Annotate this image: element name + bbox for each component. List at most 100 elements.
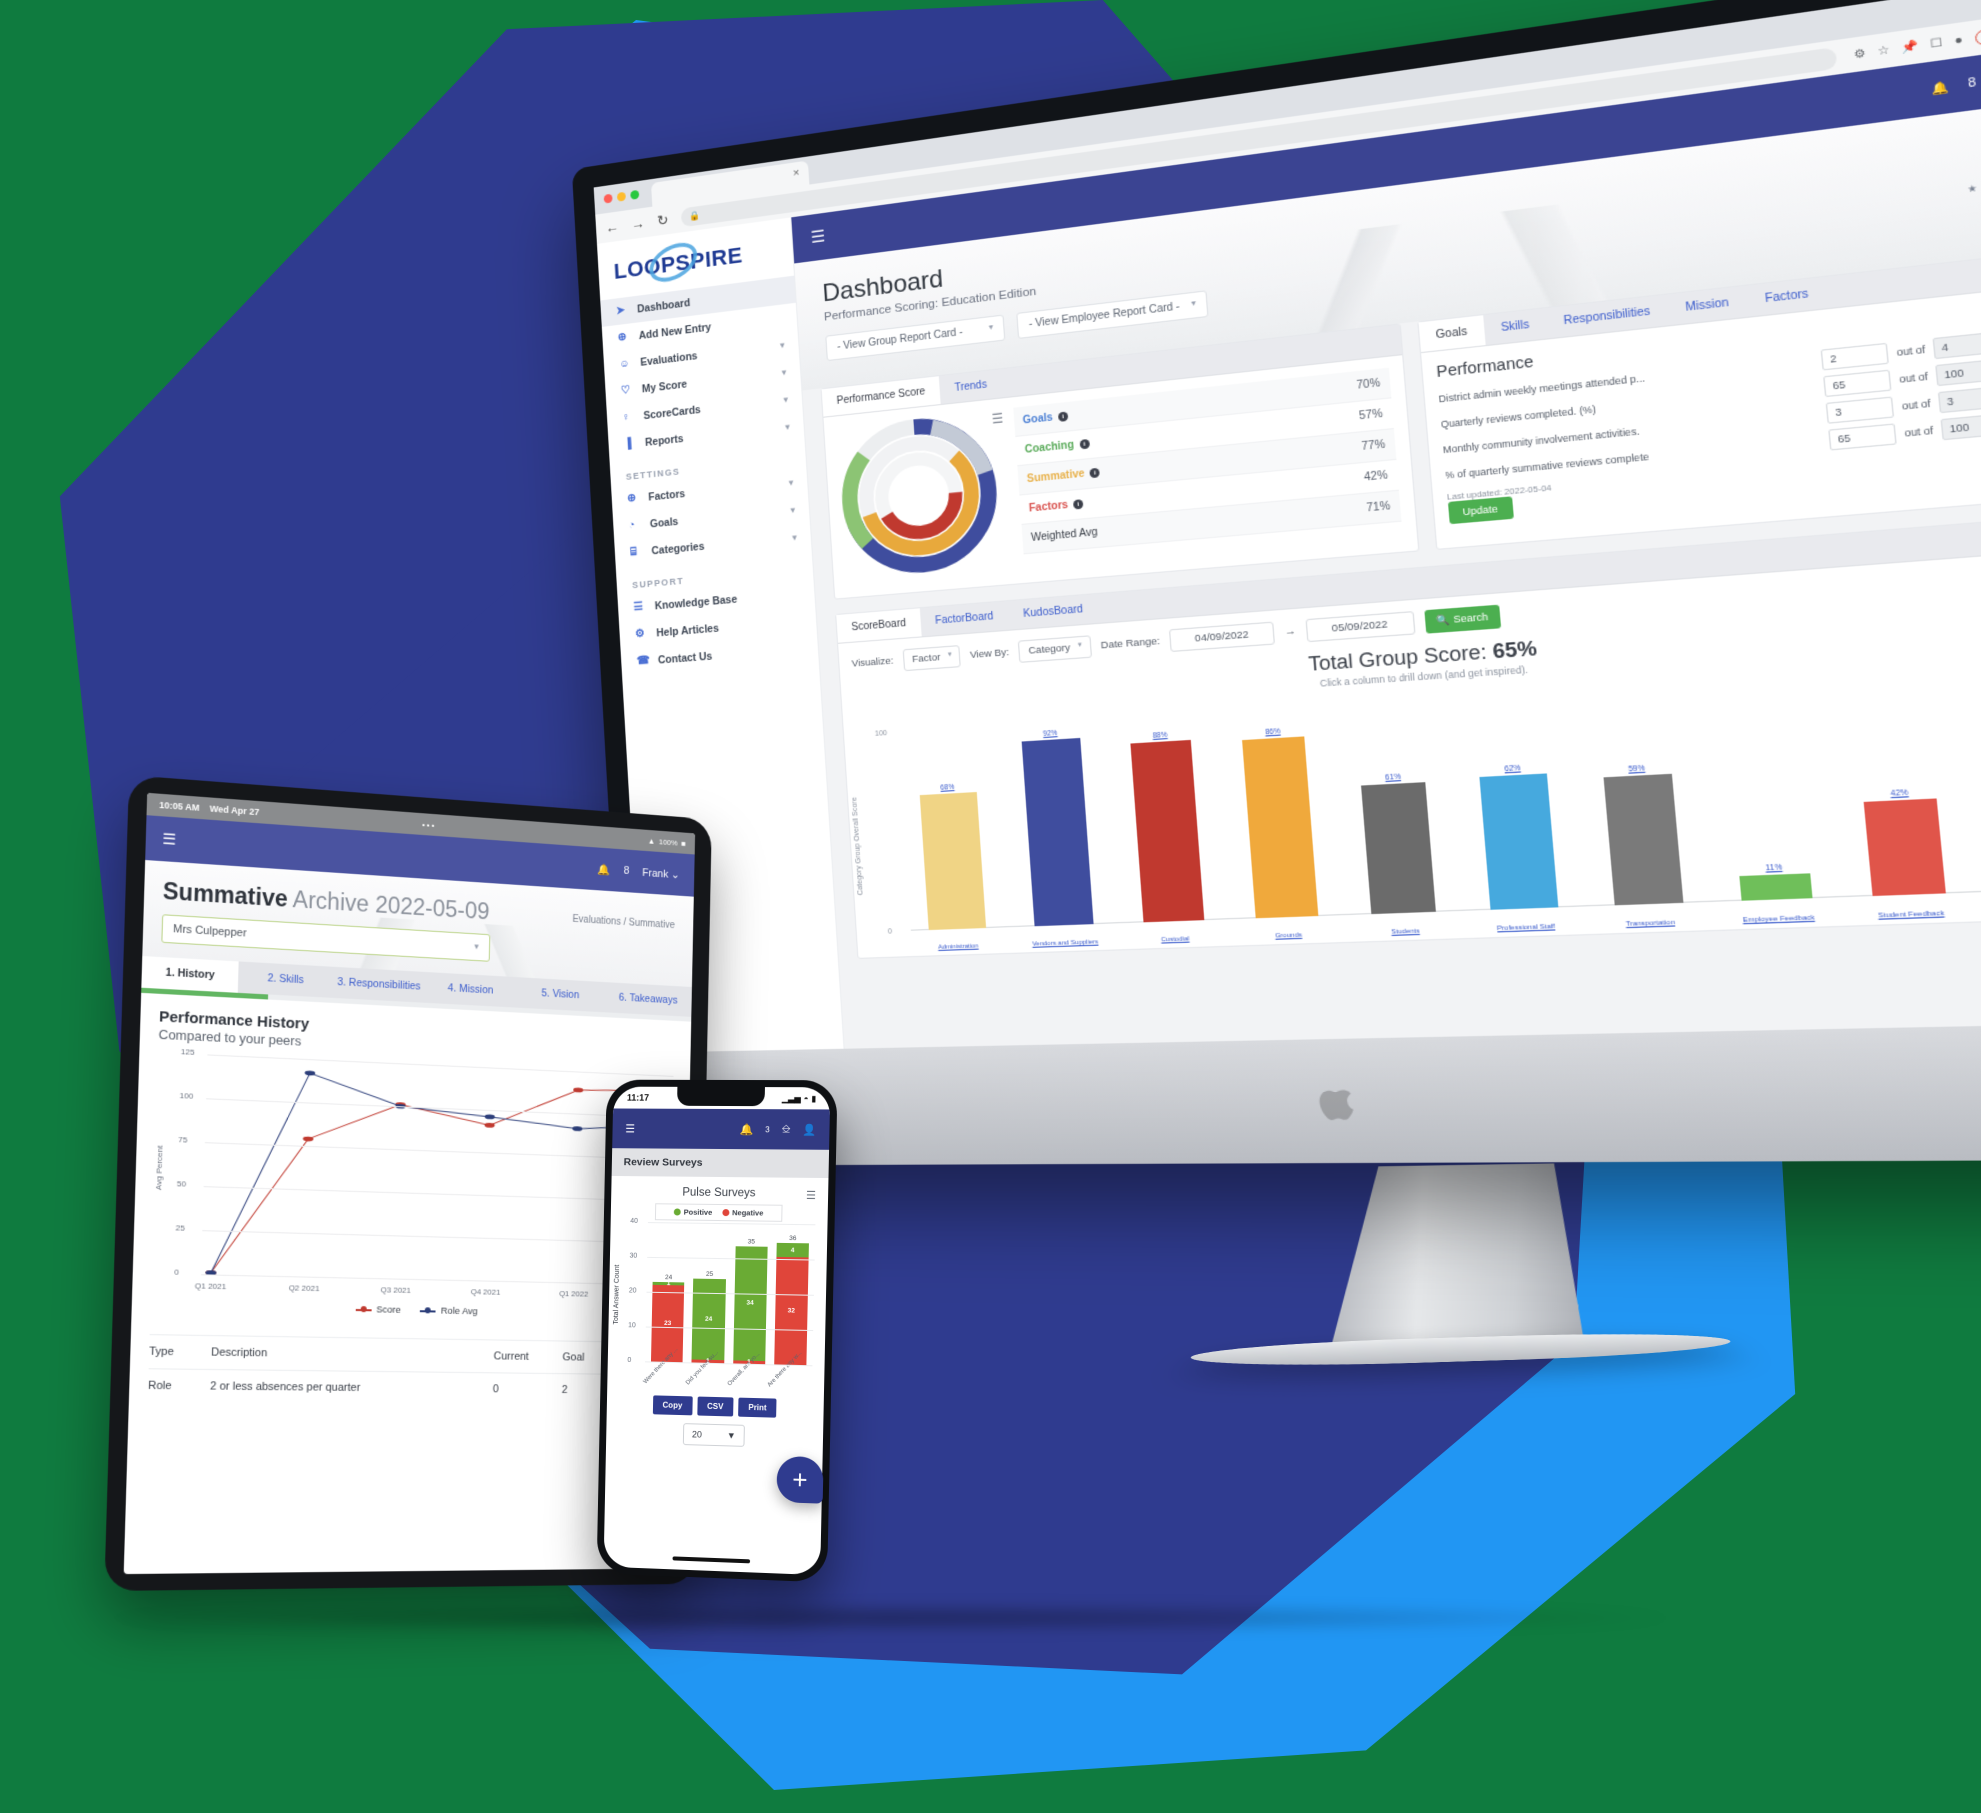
add-entry-fab[interactable]: +: [776, 1456, 823, 1504]
tablet-tab-takeaways[interactable]: 6. Takeaways: [604, 982, 692, 1017]
hamburger-icon[interactable]: ☰: [625, 1122, 635, 1135]
bar-category-label[interactable]: Custodial: [1161, 936, 1190, 944]
inbox-icon[interactable]: ⎒: [782, 1123, 791, 1136]
hamburger-icon[interactable]: ☰: [810, 226, 826, 248]
pulse-bar-column[interactable]: 35 34 1 Overall, are yo...: [733, 1229, 768, 1364]
hamburger-icon[interactable]: ☰: [162, 830, 176, 849]
pin-icon[interactable]: 📌: [1901, 40, 1919, 55]
out-of-label: out of: [1899, 371, 1929, 386]
bar-category-label[interactable]: Transportation: [1626, 920, 1676, 929]
date-from-input[interactable]: 04/09/2022: [1169, 622, 1275, 652]
gridline: [648, 1222, 815, 1225]
chart-menu-icon[interactable]: ☰: [991, 411, 1003, 427]
kudos-widget: 0 ★ KUDOS: [1964, 146, 1981, 194]
window-controls[interactable]: [604, 190, 640, 204]
pulse-chart-title-row: Pulse Surveys ☰: [619, 1186, 820, 1200]
bar-value-label: 68%: [940, 784, 954, 792]
update-pill[interactable]: Update 1: [1974, 19, 1981, 45]
sidebar-item-label: Evaluations: [640, 350, 698, 369]
bar-category-label[interactable]: Grounds: [1275, 932, 1302, 940]
tablet-tab-skills[interactable]: 2. Skills: [238, 961, 333, 998]
tablet-title-bold: Summative: [162, 878, 288, 912]
battery-icon: ▮: [811, 1094, 816, 1103]
pulse-chart-y-axis-title: Total Answer Count: [613, 1265, 621, 1325]
page-size-select[interactable]: 20 ▼: [683, 1423, 745, 1447]
bell-icon[interactable]: 🔔: [739, 1123, 753, 1136]
chart-menu-icon[interactable]: ☰: [806, 1189, 816, 1202]
group-report-select[interactable]: - View Group Report Card - ▼: [825, 315, 1005, 362]
tablet-tab-mission[interactable]: 4. Mission: [425, 972, 516, 1008]
bar-column[interactable]: 88% Custodial: [1110, 714, 1223, 923]
search-button[interactable]: 🔍 Search: [1424, 605, 1501, 634]
update-button[interactable]: Update: [1447, 496, 1513, 524]
performance-goal-value: 4: [1933, 331, 1981, 359]
forward-icon[interactable]: →: [631, 215, 645, 233]
reload-icon[interactable]: ↻: [657, 211, 669, 229]
pulse-seg-positive: 34: [733, 1246, 768, 1361]
performance-current-input[interactable]: 65: [1824, 370, 1892, 397]
tablet-tab-responsibilities[interactable]: 3. Responsibilities: [332, 967, 425, 1003]
bar-column[interactable]: 42% Student Feedback: [1829, 667, 1969, 897]
bar-category-label[interactable]: Vendors and Suppliers: [1032, 939, 1099, 948]
print-button[interactable]: Print: [738, 1398, 777, 1418]
user-menu[interactable]: Frank ⌄: [642, 866, 680, 881]
close-icon[interactable]: ×: [793, 167, 800, 180]
bar-column[interactable]: 70%Not Great: [1963, 658, 1981, 892]
info-icon[interactable]: i: [1073, 499, 1083, 509]
user-icon[interactable]: 👤: [802, 1123, 816, 1136]
phone-body: 11:17 ▁▃▅ ◓ ▮ ☰ 🔔 3 ⎒ 👤 Review Surveys P…: [597, 1080, 838, 1583]
copy-button[interactable]: Copy: [653, 1395, 693, 1415]
headset-icon: ☎: [636, 654, 649, 668]
tablet-tab-history[interactable]: 1. History: [141, 956, 238, 993]
pulse-bar-column[interactable]: 36 4 32 Are there any w...: [774, 1230, 809, 1365]
performance-current-input[interactable]: 2: [1821, 343, 1889, 371]
tablet-tab-vision[interactable]: 5. Vision: [515, 977, 605, 1012]
performance-current-input[interactable]: 65: [1829, 423, 1898, 450]
star-icon[interactable]: ☆: [1877, 44, 1890, 58]
info-icon[interactable]: i: [1058, 411, 1068, 421]
bar-category-label[interactable]: Professional Staff: [1497, 924, 1555, 933]
bar-rect: [1361, 782, 1436, 914]
bar-column[interactable]: 86% Grounds: [1221, 707, 1338, 919]
sidebar-item-label: Add New Entry: [638, 321, 711, 342]
bar-column[interactable]: 68% Administration: [898, 728, 1004, 931]
employee-report-select[interactable]: - View Employee Report Card - ▼: [1016, 290, 1208, 339]
pulse-bar-total: 35: [748, 1238, 755, 1245]
viewby-select[interactable]: Category ▼: [1018, 635, 1092, 663]
line-chart-x-tick: Q2 2021: [289, 1283, 320, 1293]
bar-category-label[interactable]: Student Feedback: [1878, 910, 1945, 919]
bell-icon[interactable]: 🔔: [598, 863, 611, 876]
bar-column[interactable]: 59% Transportation: [1575, 684, 1705, 907]
date-to-input[interactable]: 05/09/2022: [1305, 611, 1415, 642]
performance-current-input[interactable]: 3: [1826, 396, 1894, 423]
line-chart-legend: Score Role Avg: [150, 1300, 668, 1321]
bar-column[interactable]: 61% Students: [1335, 699, 1456, 915]
pulse-bar-column[interactable]: 25 24 1 Did you feel su...: [692, 1229, 727, 1364]
bar-column[interactable]: 92% Vendors and Suppliers: [1002, 721, 1111, 927]
table-row[interactable]: Role2 or less absences per quarter02125%: [148, 1369, 668, 1406]
bar-category-label[interactable]: Administration: [938, 943, 979, 951]
sidepanel-icon[interactable]: ☐: [1930, 36, 1943, 50]
legend-item: Negative: [722, 1208, 763, 1218]
bar-category-label[interactable]: Students: [1391, 928, 1420, 936]
pulse-surveys-card: Pulse Surveys ☰ Positive Negative Total A…: [606, 1176, 828, 1453]
pulse-chart: Total Answer Count 0 10 20 30 40 24 1 23 Were t…: [645, 1222, 815, 1365]
back-icon[interactable]: ←: [605, 218, 619, 235]
phone-section-title: Review Surveys: [612, 1148, 829, 1178]
bar-column[interactable]: 11% Employee Feedback: [1700, 675, 1835, 901]
sidebar-nav-main: ➤ Dashboard ⊕ Add New Entry ☺ Evaluations ▼ ♡ My…: [600, 276, 804, 460]
extensions-icon[interactable]: ⚙: [1853, 47, 1866, 61]
visualize-select[interactable]: Factor ▼: [902, 645, 961, 671]
bar-value-label: 86%: [1265, 728, 1281, 737]
line-chart-x-tick: Q4 2021: [471, 1287, 501, 1297]
profile-icon[interactable]: ●: [1954, 33, 1963, 47]
score-row-value: 57%: [1359, 408, 1383, 422]
bar-column[interactable]: 62% Professional Staff: [1453, 691, 1578, 910]
bell-icon[interactable]: 🔔: [1931, 79, 1950, 96]
info-icon[interactable]: i: [1079, 439, 1089, 449]
pulse-bar-column[interactable]: 24 1 23 Were there any ...: [651, 1228, 686, 1362]
bar-category-label[interactable]: Employee Feedback: [1743, 915, 1816, 925]
info-icon[interactable]: i: [1090, 468, 1101, 478]
csv-button[interactable]: CSV: [697, 1397, 734, 1417]
pulse-seg-negative: 23: [651, 1285, 684, 1362]
